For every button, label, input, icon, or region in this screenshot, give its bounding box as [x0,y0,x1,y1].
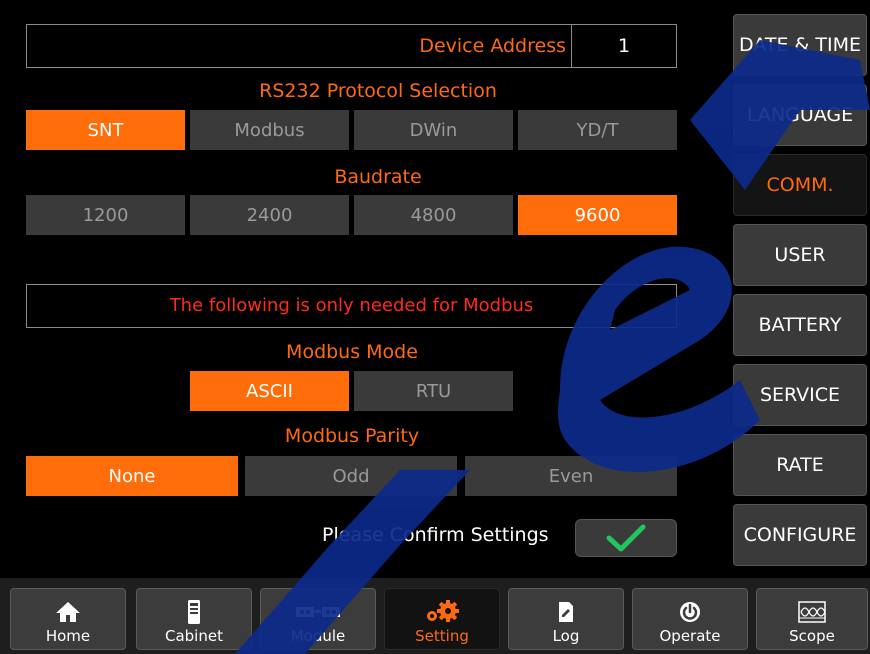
side-menu-rate[interactable]: RATE [733,434,867,496]
nav-operate-label: Operate [659,627,721,645]
baudrate-option-9600[interactable]: 9600 [518,195,677,235]
nav-cabinet[interactable]: Cabinet [136,588,252,650]
parity-option-odd[interactable]: Odd [245,456,457,496]
cabinet-icon [186,599,202,625]
nav-module-label: Module [290,627,346,645]
side-menu-comm[interactable]: COMM. [733,154,867,216]
nav-log[interactable]: Log [508,588,624,650]
modbus-notice-box: The following is only needed for Modbus [26,284,677,328]
baudrate-option-2400[interactable]: 2400 [190,195,349,235]
nav-setting[interactable]: Setting [384,588,500,650]
side-menu-service[interactable]: SERVICE [733,364,867,426]
parity-option-even[interactable]: Even [465,456,677,496]
parity-option-none[interactable]: None [26,456,238,496]
modbus-parity-title: Modbus Parity [284,425,420,447]
protocol-option-ydt[interactable]: YD/T [518,110,677,150]
side-menu-language[interactable]: LANGUAGE [733,84,867,146]
nav-cabinet-label: Cabinet [165,627,223,645]
baudrate-option-1200[interactable]: 1200 [26,195,185,235]
scope-icon [798,599,826,625]
nav-home[interactable]: Home [10,588,126,650]
protocol-title: RS232 Protocol Selection [259,80,497,102]
home-icon [54,599,82,625]
modbus-notice-text: The following is only needed for Modbus [169,295,534,316]
nav-scope-label: Scope [789,627,835,645]
nav-log-label: Log [552,627,580,645]
gear-icon [422,599,462,625]
protocol-option-snt[interactable]: SNT [26,110,185,150]
nav-home-label: Home [45,627,91,645]
power-icon [678,599,702,625]
confirm-label: Please Confirm Settings [322,524,549,546]
device-address-label: Device Address [419,35,566,57]
screen: Device Address 1 RS232 Protocol Selectio… [0,0,870,654]
log-icon [557,599,575,625]
nav-setting-label: Setting [415,627,469,645]
side-menu-battery[interactable]: BATTERY [733,294,867,356]
modbus-mode-option-rtu[interactable]: RTU [354,371,513,411]
nav-operate[interactable]: Operate [632,588,748,650]
device-address-input[interactable]: 1 [572,35,676,57]
confirm-button[interactable] [575,519,677,557]
protocol-option-dwin[interactable]: DWin [354,110,513,150]
device-address-row: Device Address 1 [26,24,677,68]
module-icon [295,599,341,625]
side-menu-user[interactable]: USER [733,224,867,286]
baudrate-title: Baudrate [334,166,422,188]
modbus-mode-option-ascii[interactable]: ASCII [190,371,349,411]
modbus-mode-title: Modbus Mode [286,341,418,363]
side-menu-configure[interactable]: CONFIGURE [733,504,867,566]
nav-scope[interactable]: Scope [756,588,868,650]
check-icon [603,522,649,554]
side-menu-date-time[interactable]: DATE & TIME [733,14,867,76]
protocol-option-modbus[interactable]: Modbus [190,110,349,150]
nav-module[interactable]: Module [260,588,376,650]
baudrate-option-4800[interactable]: 4800 [354,195,513,235]
